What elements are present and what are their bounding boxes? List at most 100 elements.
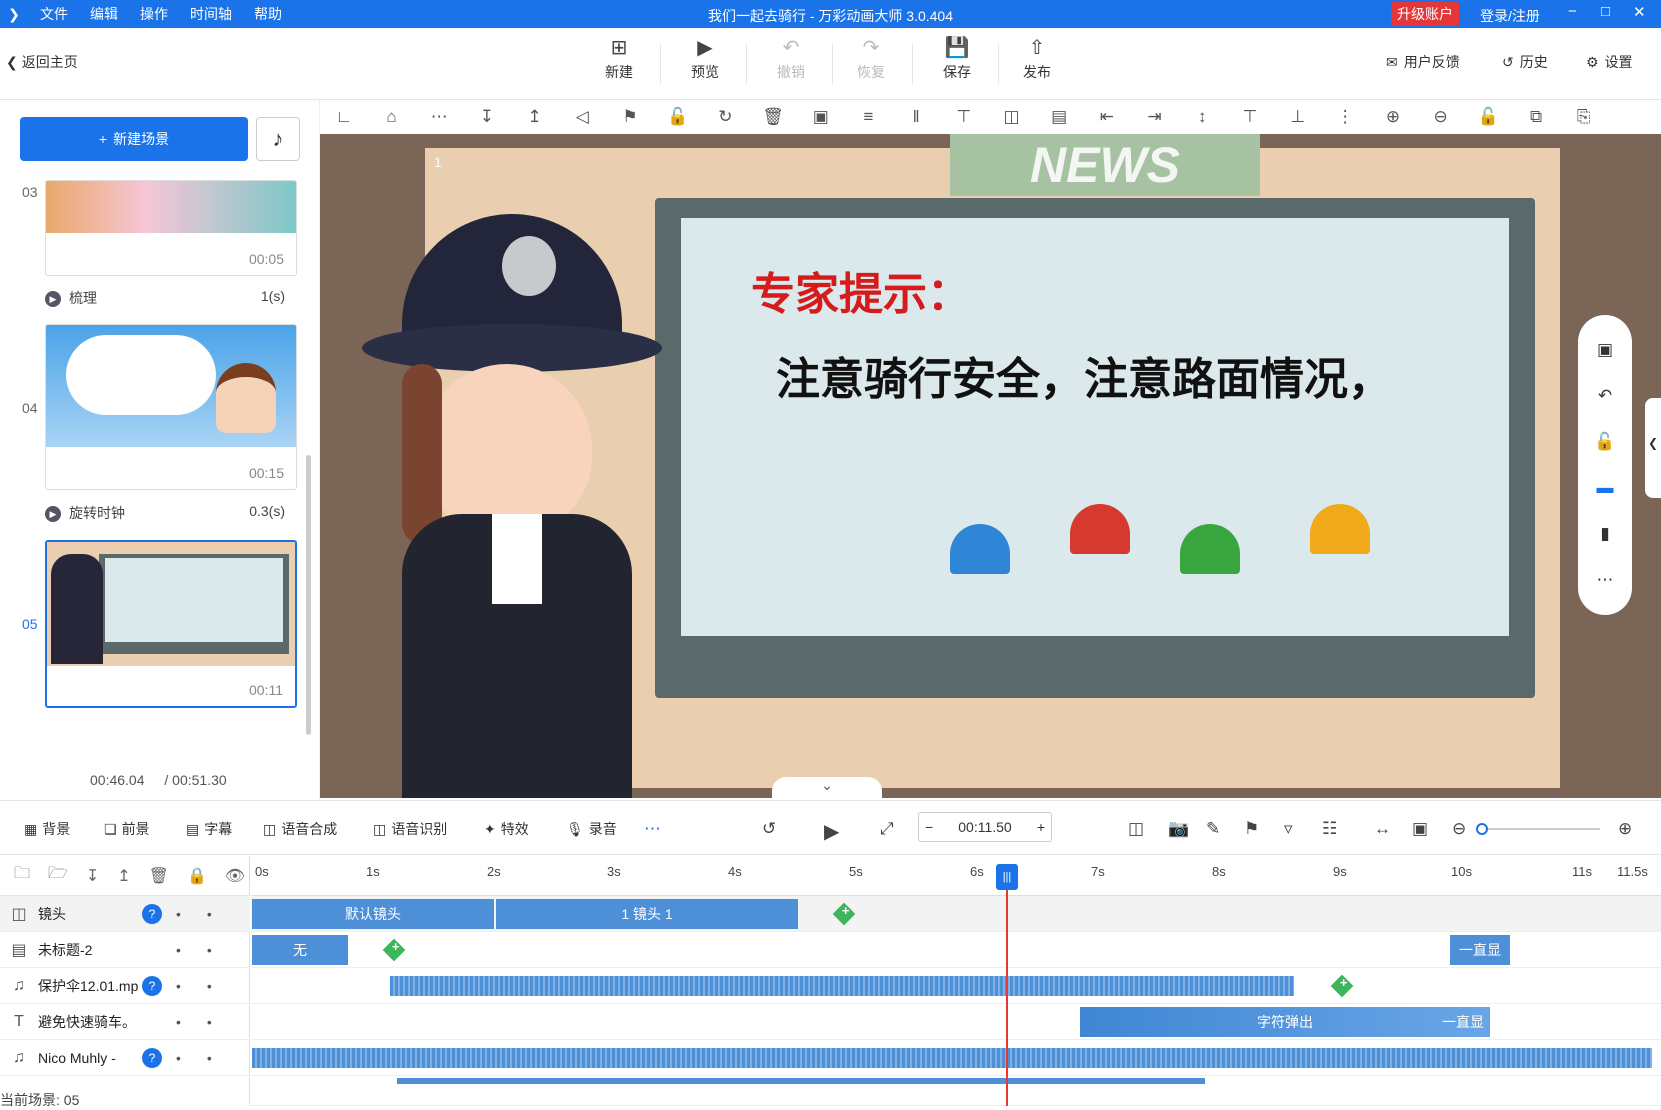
menu-timeline[interactable]: 时间轴 (190, 4, 232, 24)
fit-width-icon[interactable]: ↔ (1374, 819, 1391, 839)
align-base-icon[interactable]: ⊥ (1274, 107, 1322, 127)
effects-button[interactable]: ✦ 特效 (484, 819, 529, 839)
more-options-icon[interactable]: ⋯ (1597, 570, 1614, 590)
canvas-collapse-tab[interactable]: ⌄ (772, 777, 882, 799)
redo-button[interactable]: ↷ 恢复 (836, 38, 906, 82)
edit-icon[interactable]: ✎ (1206, 819, 1220, 839)
settings-button[interactable]: ⚙ 设置 (1586, 52, 1633, 72)
time-minus-button[interactable]: − (925, 819, 933, 835)
copy-icon[interactable]: ⧉ (1512, 107, 1560, 127)
flag-icon[interactable]: ⚑ (606, 107, 654, 127)
unlock-icon[interactable]: 🔓 (1465, 107, 1513, 127)
play-icon[interactable]: ▶ (824, 819, 839, 844)
zoom-slider-knob[interactable] (1476, 823, 1488, 835)
music-button[interactable]: ♪ (256, 117, 300, 161)
align-bottom-icon[interactable]: ⊤ (940, 107, 988, 127)
minimize-button[interactable]: − (1568, 3, 1577, 20)
folder-icon[interactable]: 🗀 (14, 862, 30, 889)
add-keyframe-icon[interactable] (832, 902, 856, 926)
add-keyframe-icon[interactable] (382, 938, 406, 962)
actual-size-icon[interactable]: ▣ (1412, 819, 1428, 839)
rotate-icon[interactable]: ↻ (702, 107, 750, 127)
menu-edit[interactable]: 编辑 (90, 4, 118, 24)
help-icon[interactable]: ? (142, 903, 162, 924)
align-center-h-icon[interactable]: ≡ (845, 107, 893, 127)
align-top-icon[interactable]: ⊤ (1226, 107, 1274, 127)
scene-thumbnail[interactable]: 00:15 (45, 324, 297, 490)
undo-button[interactable]: ↶ 撤销 (756, 38, 826, 82)
scene-thumbnail-active[interactable]: 00:11 (45, 540, 297, 708)
align-center-v-icon[interactable]: ‖ (892, 107, 940, 127)
transition-item[interactable]: ▶ 梳理 1(s) (45, 288, 285, 308)
camera-clip[interactable]: 1 镜头 1 (496, 899, 798, 929)
ruler-icon[interactable]: ∟ (320, 107, 368, 127)
filter-icon[interactable]: ▿ (1284, 819, 1293, 839)
expert-tip-heading[interactable]: 专家提示： (751, 258, 971, 322)
add-keyframe-icon[interactable] (1330, 974, 1354, 998)
upgrade-button[interactable]: 升级账户 (1391, 2, 1459, 26)
effect-clip[interactable]: 无 (252, 935, 348, 965)
track-toggles[interactable]: •• (176, 1050, 238, 1066)
track-toggles[interactable]: •• (176, 906, 238, 922)
menu-operate[interactable]: 操作 (140, 4, 168, 24)
track-row[interactable]: ◫ 镜头 ? •• (0, 896, 250, 932)
track-row[interactable]: ♫ 保护伞12.01.mp3 ? •• (0, 968, 250, 1004)
rotate-view-icon[interactable]: ↶ (1598, 386, 1612, 406)
tts-button[interactable]: ◫ 语音合成 (263, 819, 337, 839)
mask-icon[interactable]: ◫ (1128, 819, 1144, 839)
move-up-icon[interactable]: ↥ (117, 866, 130, 886)
portrait-icon[interactable]: ▮ (1600, 524, 1609, 544)
maximize-button[interactable]: □ (1601, 3, 1610, 20)
camera-clip[interactable]: 默认镜头 (252, 899, 494, 929)
eye-icon[interactable]: 👁 (225, 866, 245, 886)
foreground-button[interactable]: ❏ 前景 (104, 819, 150, 839)
close-button[interactable]: ✕ (1633, 3, 1646, 21)
scene-thumbnail[interactable]: 00:05 (45, 180, 297, 276)
adjust-icon[interactable]: ☷ (1322, 819, 1337, 839)
focus-icon[interactable]: ▣ (797, 107, 845, 127)
flip-down-icon[interactable]: ↧ (463, 107, 511, 127)
track-toggles[interactable]: •• (176, 978, 238, 994)
paste-icon[interactable]: ⎘ (1560, 107, 1608, 127)
fit-screen-icon[interactable]: ▣ (1597, 340, 1613, 360)
transition-item[interactable]: ▶ 旋转时钟 0.3(s) (45, 503, 285, 523)
mirror-icon[interactable]: ◁ (558, 107, 606, 127)
new-button[interactable]: ⊞ 新建 (584, 38, 654, 82)
track-toggles[interactable]: •• (176, 1014, 238, 1030)
scene-canvas[interactable]: NEWS 1 专家提示： 注意骑行安全，注意路面情况， (320, 134, 1661, 798)
split-icon[interactable]: ⋮ (1321, 107, 1369, 127)
current-time-input[interactable]: 00:11.50 (958, 819, 1011, 835)
cyclist-kids[interactable] (920, 494, 1400, 674)
back-home-button[interactable]: ❮ 返回主页 (6, 52, 78, 72)
track-row[interactable]: ♫ Nico Muhly - ? •• (0, 1040, 250, 1076)
effect-clip[interactable]: 一直显 (1450, 935, 1510, 965)
delete-track-icon[interactable]: 🗑 (149, 866, 169, 886)
lock-track-icon[interactable]: 🔒 (187, 866, 207, 886)
history-button[interactable]: ↺ 历史 (1502, 52, 1548, 72)
track-toggles[interactable]: •• (176, 942, 238, 958)
subtitle-button[interactable]: ▤ 字幕 (186, 819, 232, 839)
align-middle-icon[interactable]: ↕ (1178, 107, 1226, 127)
camera-icon[interactable]: 📷 (1168, 819, 1189, 839)
home-icon[interactable]: ⌂ (368, 107, 416, 127)
menu-file[interactable]: 文件 (40, 4, 68, 24)
time-plus-button[interactable]: + (1037, 819, 1045, 835)
scene-panel-scrollbar[interactable] (306, 455, 311, 735)
delete-icon[interactable]: 🗑 (749, 107, 797, 127)
menu-help[interactable]: 帮助 (254, 4, 282, 24)
distribute-v-icon[interactable]: ▤ (1035, 107, 1083, 127)
new-scene-button[interactable]: + 新建场景 (20, 117, 248, 161)
time-ruler[interactable]: 0s 1s 2s 3s 4s 5s 6s 7s 8s 9s 10s 11s 11… (251, 856, 1661, 896)
zoom-in-icon[interactable]: ⊕ (1369, 107, 1417, 127)
music-waveform[interactable] (252, 1048, 1652, 1068)
safety-text[interactable]: 注意骑行安全，注意路面情况， (776, 343, 1392, 407)
help-icon[interactable]: ? (142, 975, 162, 996)
marker-icon[interactable]: ⚑ (1244, 819, 1259, 839)
zoom-out-icon[interactable]: ⊖ (1452, 819, 1466, 839)
distribute-h-icon[interactable]: ◫ (988, 107, 1036, 127)
audio-waveform[interactable] (390, 976, 1294, 996)
lock-icon[interactable]: 🔓 (654, 107, 702, 127)
move-down-icon[interactable]: ↧ (86, 866, 99, 886)
login-button[interactable]: 登录/注册 (1480, 6, 1540, 26)
help-icon[interactable]: ? (142, 1047, 162, 1068)
